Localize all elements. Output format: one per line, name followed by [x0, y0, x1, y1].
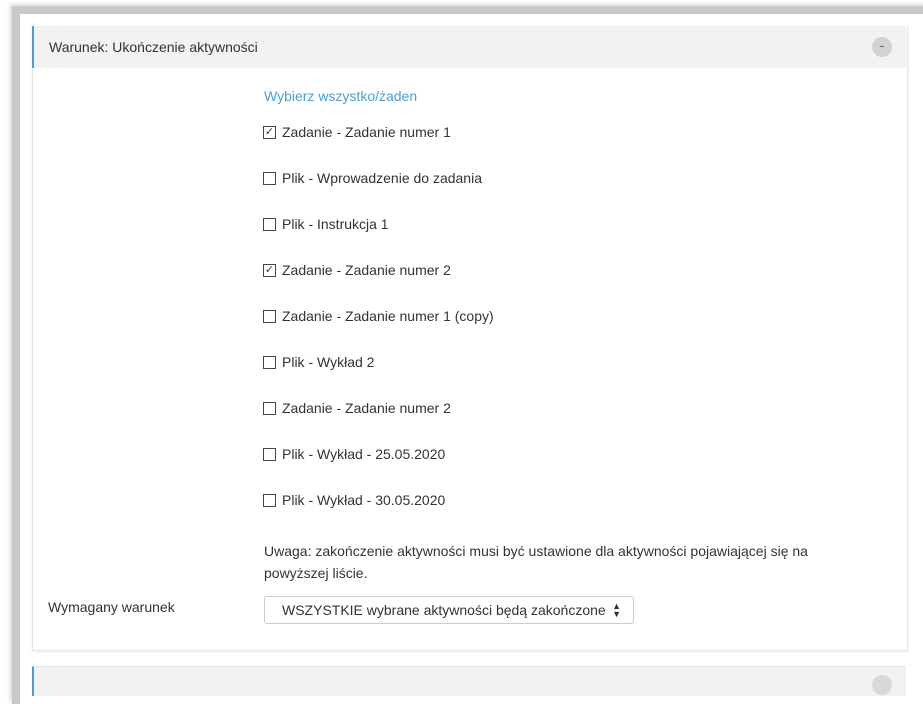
checkbox-checked-icon[interactable]: ✓: [263, 264, 276, 277]
required-condition-value: WSZYSTKIE wybrane aktywności będą zakońc…: [282, 602, 606, 618]
activity-item[interactable]: Zadanie - Zadanie numer 1 (copy): [263, 308, 494, 354]
checkbox-empty-icon[interactable]: [263, 448, 276, 461]
activity-item[interactable]: Zadanie - Zadanie numer 2: [263, 400, 494, 446]
note-line: powyższej liście.: [264, 565, 368, 581]
sort-arrows-icon: ▲ ▼: [612, 601, 621, 619]
activity-label: Plik - Instrukcja 1: [282, 216, 389, 232]
required-condition-select[interactable]: WSZYSTKIE wybrane aktywności będą zakońc…: [264, 596, 634, 624]
checkbox-empty-icon[interactable]: [263, 218, 276, 231]
toggle-icon[interactable]: [872, 675, 892, 695]
activity-item[interactable]: Plik - Instrukcja 1: [263, 216, 494, 262]
activity-label: Plik - Wykład 2: [282, 354, 375, 370]
checkbox-empty-icon[interactable]: [263, 402, 276, 415]
activity-label: Zadanie - Zadanie numer 1 (copy): [282, 308, 494, 324]
activity-item[interactable]: ✓ Zadanie - Zadanie numer 1: [263, 124, 494, 170]
checkbox-empty-icon[interactable]: [263, 172, 276, 185]
activity-label: Plik - Wykład - 30.05.2020: [282, 492, 446, 508]
condition-panel-header[interactable]: Warunek: Ukończenie aktywności -: [32, 26, 906, 68]
activity-list: ✓ Zadanie - Zadanie numer 1 Plik - Wprowad…: [263, 124, 494, 538]
collapse-icon[interactable]: -: [872, 37, 892, 57]
note-line: Uwaga: zakończenie aktywności musi być u…: [264, 543, 808, 559]
activity-label: Plik - Wprowadzenie do zadania: [282, 170, 482, 186]
completion-note: Uwaga: zakończenie aktywności musi być u…: [264, 540, 864, 584]
activity-item[interactable]: Plik - Wykład 2: [263, 354, 494, 400]
activity-label: Zadanie - Zadanie numer 2: [282, 262, 451, 278]
activity-item[interactable]: Plik - Wykład - 30.05.2020: [263, 492, 494, 538]
checkbox-checked-icon[interactable]: ✓: [263, 126, 276, 139]
next-panel-header[interactable]: [32, 666, 906, 696]
activity-label: Zadanie - Zadanie numer 2: [282, 400, 451, 416]
activity-label: Zadanie - Zadanie numer 1: [282, 124, 451, 140]
checkbox-empty-icon[interactable]: [263, 310, 276, 323]
activity-item[interactable]: Plik - Wykład - 25.05.2020: [263, 446, 494, 492]
activity-label: Plik - Wykład - 25.05.2020: [282, 446, 446, 462]
select-all-link[interactable]: Wybierz wszystko/żaden: [264, 88, 417, 104]
checkbox-empty-icon[interactable]: [263, 494, 276, 507]
checkbox-empty-icon[interactable]: [263, 356, 276, 369]
condition-title: Warunek: Ukończenie aktywności: [49, 39, 258, 55]
required-condition-label: Wymagany warunek: [48, 599, 175, 615]
activity-item[interactable]: ✓ Zadanie - Zadanie numer 2: [263, 262, 494, 308]
activity-item[interactable]: Plik - Wprowadzenie do zadania: [263, 170, 494, 216]
